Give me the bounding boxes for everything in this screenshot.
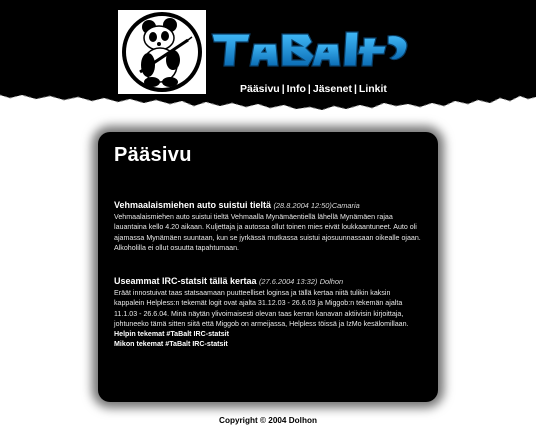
post-title: Vehmaalaismiehen auto suistui tieltä <box>114 200 272 210</box>
footer-copyright: Copyright © 2004 Dolhon <box>219 416 317 425</box>
post-body: Vehmaalaismiehen auto suistui tieltä Veh… <box>114 213 421 252</box>
nav-link-paasivu[interactable]: Pääsivu <box>240 83 280 95</box>
main-nav: Pääsivu | Info | Jäsenet | Linkit <box>240 83 387 97</box>
post-author: Dolhon <box>319 277 344 286</box>
panda-icon <box>122 12 202 92</box>
page-title: Pääsivu <box>114 144 192 166</box>
panda-logo[interactable] <box>118 10 206 94</box>
post-date: (28.8.2004 12:50) <box>273 201 332 210</box>
nav-separator: | <box>353 83 357 95</box>
content-panel: Pääsivu Vehmaalaismiehen auto suistui ti… <box>104 136 430 398</box>
irc-stats-link-miggob[interactable]: Mikon tekemat #TaBalt IRC-statsit <box>114 339 422 349</box>
nav-separator: | <box>281 83 285 95</box>
news-post: Vehmaalaismiehen auto suistui tieltä (28… <box>114 200 422 253</box>
irc-stats-link-helpless[interactable]: Helpin tekemat #TaBalt IRC-statsit <box>114 329 422 339</box>
post-title: Useammat IRC-statsit tällä kertaa <box>114 276 257 286</box>
news-post: Useammat IRC-statsit tällä kertaa (27.6.… <box>114 276 422 350</box>
nav-link-jasenet[interactable]: Jäsenet <box>313 83 352 95</box>
post-body: Eräät innostuivat taas statsaamaan puutt… <box>114 289 409 328</box>
post-header: Useammat IRC-statsit tällä kertaa (27.6.… <box>114 276 422 287</box>
header-band: Pääsivu | Info | Jäsenet | Linkit <box>0 0 536 112</box>
nav-separator: | <box>307 83 311 95</box>
post-header: Vehmaalaismiehen auto suistui tieltä (28… <box>114 200 422 211</box>
nav-link-info[interactable]: Info <box>287 83 306 95</box>
post-date: (27.6.2004 13:32) <box>258 277 318 286</box>
post-author: Camaria <box>331 201 360 210</box>
graffiti-logo-icon <box>211 31 408 67</box>
tabalt-logo-wordmark <box>208 28 414 72</box>
nav-link-linkit[interactable]: Linkit <box>359 83 387 95</box>
